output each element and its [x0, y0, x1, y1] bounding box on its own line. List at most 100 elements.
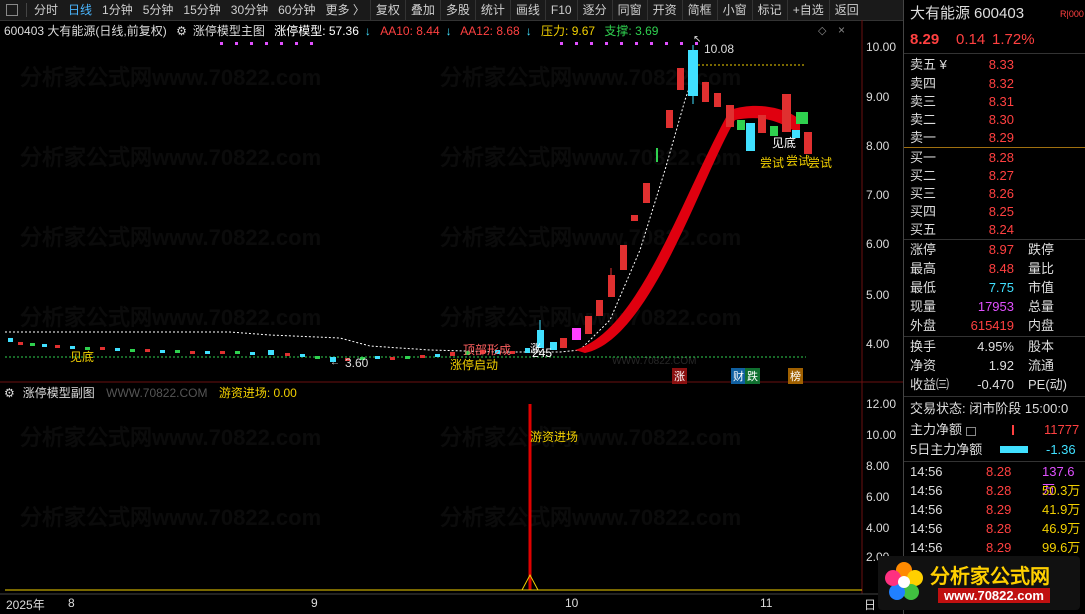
cai-box: 财: [731, 368, 746, 384]
more-button[interactable]: 更多 〉: [320, 0, 369, 20]
magenta-dots: [220, 42, 698, 45]
gear-icon[interactable]: ⚙: [4, 386, 15, 400]
date-label: 10: [565, 596, 579, 610]
ask-row[interactable]: 卖二 8.30: [904, 110, 1085, 130]
red-ribbon: [575, 105, 800, 353]
jiankuang-button[interactable]: 简框: [681, 0, 717, 20]
toolbar: 分时 日线 1分钟 5分钟 15分钟 30分钟 60分钟 更多 〉 复权 叠加 …: [0, 0, 903, 21]
tab-rixian[interactable]: 日线: [63, 0, 97, 20]
date-label: 8: [68, 596, 75, 610]
zhang-box: 涨: [672, 368, 687, 384]
quote-price-row: 8.29 0.14 1.72%: [904, 30, 1085, 50]
bid-row[interactable]: 买一 8.28: [904, 148, 1085, 168]
quote-panel: 大有能源 600403 R|000 8.29 0.14 1.72% 卖五 ¥8.…: [903, 0, 1085, 614]
tab-30min[interactable]: 30分钟: [226, 0, 273, 20]
ask-row[interactable]: 卖三 8.31: [904, 92, 1085, 112]
jiandi-label: 见底: [70, 350, 95, 364]
ask-row[interactable]: 卖四 8.32: [904, 74, 1085, 94]
xiaochuang-button[interactable]: 小窗: [716, 0, 752, 20]
kaizi-button[interactable]: 开资: [646, 0, 682, 20]
stat-value: 7.75: [988, 280, 1014, 295]
stat-value: -0.470: [977, 377, 1014, 392]
axis-tick: 4.00: [866, 337, 890, 351]
stat-row: 涨停 8.97 跌停: [904, 240, 1085, 260]
back-button[interactable]: 返回: [828, 0, 864, 20]
fuquan-button[interactable]: 复权: [369, 0, 405, 20]
stat-value: 615419: [970, 318, 1014, 333]
axis-tick: 9.00: [866, 90, 890, 104]
stat-row: 最低 7.75 市值: [904, 278, 1085, 298]
tick-row: 14:56 8.28 46.9万: [910, 521, 1081, 536]
add-watchlist-button[interactable]: +自选: [786, 0, 829, 20]
price-change: 0.14: [956, 31, 986, 48]
tab-1min[interactable]: 1分钟: [97, 0, 138, 20]
list-icon[interactable]: [966, 427, 976, 436]
huaxian-button[interactable]: 画线: [509, 0, 545, 20]
date-label: 11: [760, 596, 773, 610]
bid-row[interactable]: 买五 8.24: [904, 220, 1085, 240]
stat-value: 17953: [977, 299, 1014, 314]
bid-price: 8.24: [988, 222, 1014, 237]
tab-15min[interactable]: 15分钟: [178, 0, 225, 20]
tick-row: 14:56 8.29 99.6万: [910, 540, 1081, 555]
ask-row[interactable]: 卖五 ¥8.33: [904, 55, 1085, 75]
stat-value: 8.97: [988, 242, 1014, 257]
changshi-label: 尝试: [808, 156, 833, 170]
checkbox-icon[interactable]: [6, 4, 18, 16]
bar-icon: [1012, 425, 1014, 435]
ask-price: 8.33: [988, 57, 1014, 72]
tick-row: 14:56 8.28 137.6万: [910, 464, 1075, 497]
ask-price: 8.31: [988, 94, 1014, 109]
biaoji-button[interactable]: 标记: [751, 0, 787, 20]
bid-row[interactable]: 买二 8.27: [904, 166, 1085, 186]
tick-row: 14:56 8.28 50.3万: [910, 483, 1081, 498]
stat-value: 4.95%: [977, 339, 1014, 354]
chart-canvas[interactable]: ↖ ←: [0, 20, 903, 614]
stat-label: 市值: [1028, 280, 1055, 295]
zhang-mark: 涨: [530, 343, 541, 355]
sub-watermark: WWW.70822.COM: [106, 386, 208, 400]
sub-indicator-name[interactable]: 涨停模型副图: [23, 386, 95, 400]
stat-value: 8.48: [988, 261, 1014, 276]
axis-tick: 8.00: [866, 139, 890, 153]
tongchuang-button[interactable]: 同窗: [611, 0, 647, 20]
arrow-icon: ←: [330, 357, 340, 368]
logo-text: 分析家公式网: [930, 566, 1050, 588]
tab-5min[interactable]: 5分钟: [138, 0, 179, 20]
tab-60min[interactable]: 60分钟: [273, 0, 320, 20]
f10-button[interactable]: F10: [544, 0, 577, 20]
youzi-value: 游资进场: 0.00: [218, 386, 297, 400]
five-day-net-row: 5日主力净额 -1.36: [904, 440, 1085, 460]
stat-label: 量比: [1028, 261, 1055, 276]
ask-price: 8.32: [988, 76, 1014, 91]
low-label: 3.60: [345, 356, 369, 370]
bid-row[interactable]: 买四 8.25: [904, 202, 1085, 222]
bang-box: 榜: [788, 368, 803, 384]
zhufen-button[interactable]: 逐分: [576, 0, 612, 20]
bid-price: 8.27: [988, 168, 1014, 183]
axis-tick: 6.00: [866, 237, 890, 251]
main-net-value: 11777: [1044, 422, 1080, 437]
current-price: 8.29: [910, 31, 940, 48]
date-year: 2025年: [6, 598, 45, 612]
high-label: 10.08: [704, 42, 735, 56]
tab-fenshi[interactable]: 分时: [29, 0, 63, 20]
changshi-label: 尝试: [760, 156, 785, 170]
bid-row[interactable]: 买三 8.26: [904, 184, 1085, 204]
ask-row[interactable]: 卖一 8.29: [904, 128, 1085, 148]
stat-label: 股本: [1028, 339, 1055, 354]
stat-label: PE(动): [1028, 377, 1068, 392]
divider: [904, 461, 1085, 462]
stock-name: 大有能源: [910, 5, 971, 22]
tongji-button[interactable]: 统计: [474, 0, 510, 20]
site-small-label: WWW.70822.COM: [612, 356, 697, 367]
stat-row: 最高 8.48 量比: [904, 259, 1085, 279]
bar-icon: [1000, 446, 1028, 453]
duogu-button[interactable]: 多股: [439, 0, 475, 20]
five-day-net-label: 5日主力净额: [910, 442, 983, 457]
stat-row: 净资 1.92 流通: [904, 356, 1085, 376]
diejia-button[interactable]: 叠加: [404, 0, 440, 20]
axis-tick: 4.00: [866, 521, 890, 535]
bid-price: 8.26: [988, 186, 1014, 201]
badge-icon: R|000: [1060, 9, 1084, 19]
